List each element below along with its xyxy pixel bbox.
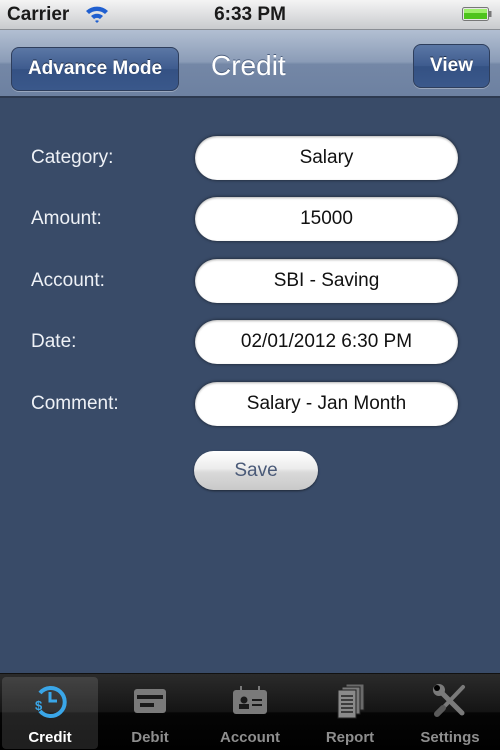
tab-settings[interactable]: Settings <box>402 677 498 749</box>
tab-report[interactable]: Report <box>302 677 398 749</box>
battery-full-icon <box>462 7 492 21</box>
contact-card-icon <box>233 686 267 714</box>
account-row: Account: SBI - Saving <box>0 259 500 305</box>
tab-label: Settings <box>420 729 480 746</box>
amount-label: Amount: <box>31 208 102 229</box>
category-field[interactable]: Salary <box>195 136 458 180</box>
account-label: Account: <box>31 270 105 291</box>
account-field[interactable]: SBI - Saving <box>195 259 458 303</box>
save-button[interactable]: Save <box>194 451 318 490</box>
tab-label: Report <box>325 729 375 746</box>
tab-label: Account <box>220 729 280 746</box>
tab-label: Credit <box>28 729 72 746</box>
documents-icon <box>337 683 365 719</box>
date-label: Date: <box>31 331 77 352</box>
date-field[interactable]: 02/01/2012 6:30 PM <box>195 320 458 364</box>
svg-text:$: $ <box>35 698 43 713</box>
navigation-bar: Advance Mode Credit View <box>0 30 500 98</box>
tab-debit[interactable]: Debit <box>102 677 198 749</box>
comment-label: Comment: <box>31 393 119 414</box>
tools-icon <box>433 684 465 717</box>
comment-field[interactable]: Salary - Jan Month <box>195 382 458 426</box>
tab-bar: $ Credit Debit Account Report Settings <box>0 673 500 750</box>
status-time: 6:33 PM <box>214 4 286 25</box>
amount-field[interactable]: 15000 <box>195 197 458 241</box>
amount-row: Amount: 15000 <box>0 197 500 243</box>
credit-clock-dollar-icon: $ <box>35 686 67 718</box>
tab-label: Debit <box>131 729 169 746</box>
view-button[interactable]: View <box>413 44 490 88</box>
credit-form: Category: Salary Amount: 15000 Account: … <box>0 98 500 673</box>
comment-row: Comment: Salary - Jan Month <box>0 382 500 428</box>
tab-credit[interactable]: $ Credit <box>2 677 98 749</box>
category-row: Category: Salary <box>0 136 500 182</box>
card-icon <box>134 689 166 713</box>
advance-mode-button[interactable]: Advance Mode <box>11 47 179 91</box>
category-label: Category: <box>31 147 114 168</box>
date-row: Date: 02/01/2012 6:30 PM <box>0 320 500 366</box>
page-title: Credit <box>211 50 286 81</box>
tab-account[interactable]: Account <box>202 677 298 749</box>
status-bar: Carrier 6:33 PM <box>0 0 500 30</box>
